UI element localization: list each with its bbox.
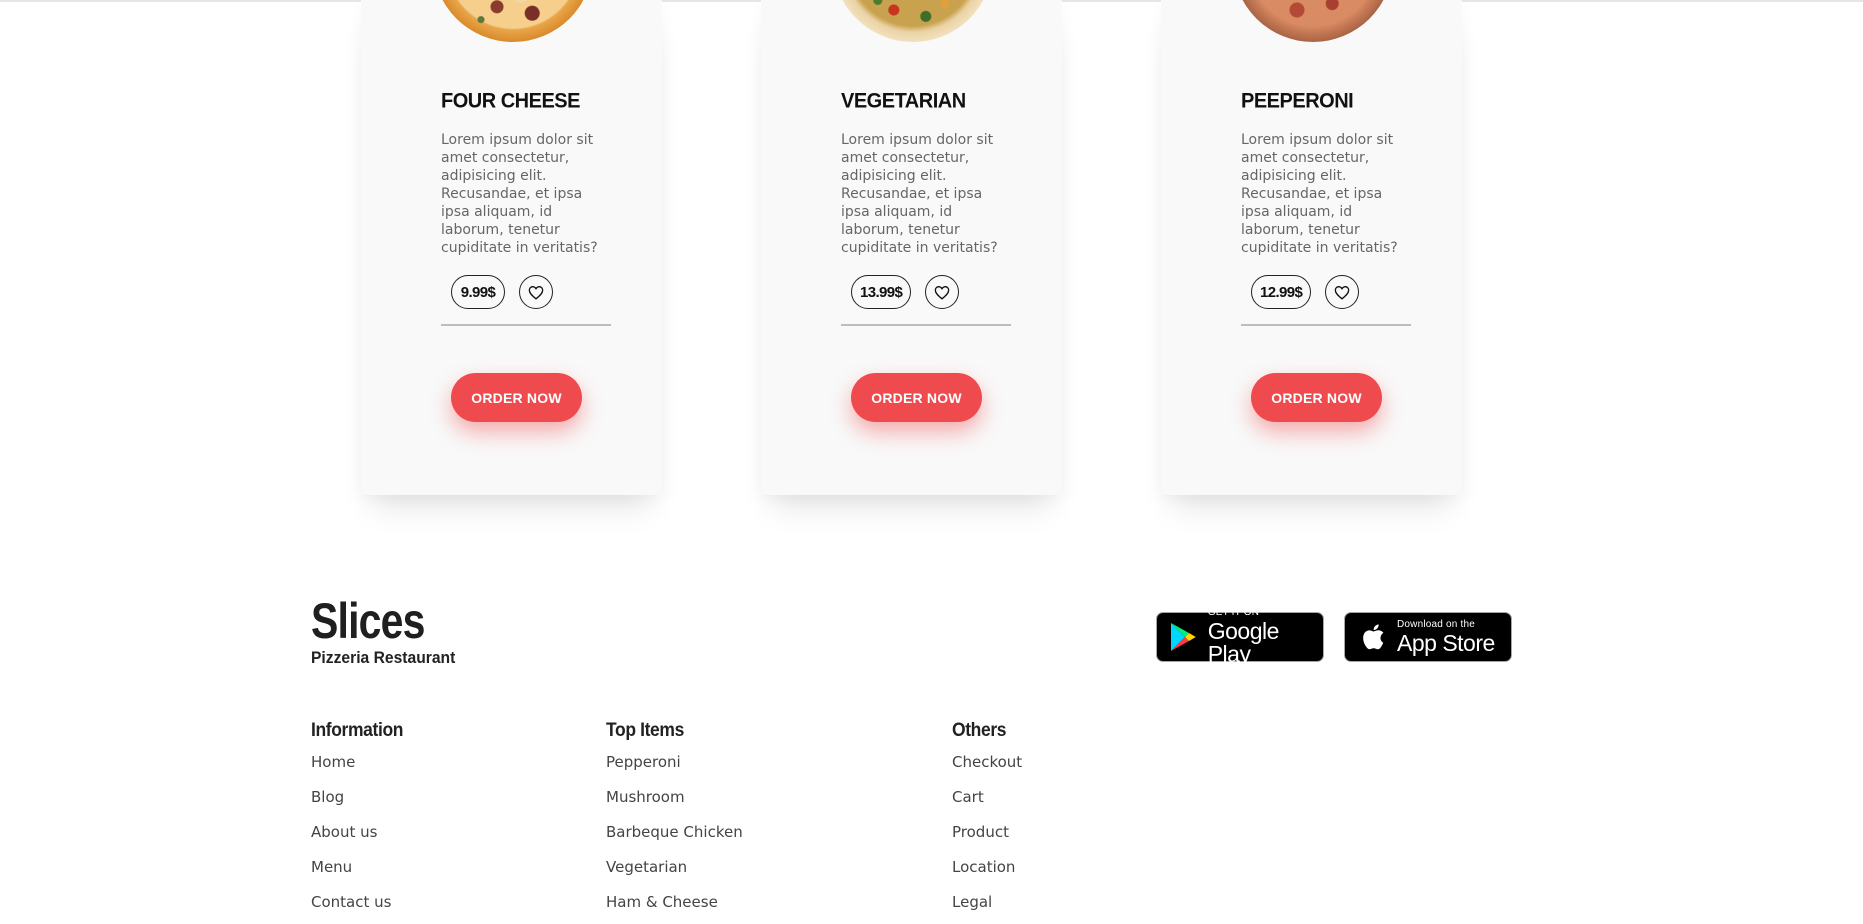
pizza-card-peeperoni: PEEPERONI Lorem ipsum dolor sit amet con… [1161,0,1462,495]
order-now-button[interactable]: ORDER NOW [1251,373,1382,422]
pizza-title: VEGETARIAN [841,89,966,113]
footer-link-blog[interactable]: Blog [311,787,411,822]
pizza-description: Lorem ipsum dolor sit amet consectetur, … [441,132,598,256]
price-badge: 9.99$ [451,275,505,309]
logo-tagline: Pizzeria Restaurant [311,648,456,667]
footer-link-home[interactable]: Home [311,752,411,787]
footer-column-title: Others [952,720,1007,741]
footer-link-product[interactable]: Product [952,822,1022,857]
google-play-label: Google Play [1207,618,1280,667]
pizza-title: PEEPERONI [1241,89,1354,113]
footer-link-mushroom[interactable]: Mushroom [606,787,743,822]
order-now-button[interactable]: ORDER NOW [851,373,982,422]
app-store-small-label: Download on the [1397,618,1476,630]
pizza-card-vegetarian: VEGETARIAN Lorem ipsum dolor sit amet co… [761,0,1062,495]
footer-column-others: Others Checkout Cart Product Location Le… [952,720,1022,924]
heart-icon [934,285,950,300]
logo-wordmark: Slices [311,593,425,649]
heart-icon [1334,285,1350,300]
card-divider [1241,324,1411,326]
footer-link-menu[interactable]: Menu [311,857,411,892]
footer-link-pepperoni[interactable]: Pepperoni [606,752,743,787]
footer-link-checkout[interactable]: Checkout [952,752,1022,787]
pizza-image [433,0,593,42]
footer-link-ham-cheese[interactable]: Ham & Cheese [606,892,743,924]
price-badge: 12.99$ [1251,275,1312,309]
pizza-image [1233,0,1393,42]
card-divider [441,324,611,326]
pizza-description: Lorem ipsum dolor sit amet consectetur, … [1241,132,1398,256]
app-store-badge[interactable]: Download on the App Store [1344,612,1512,662]
pizza-description: Lorem ipsum dolor sit amet consectetur, … [841,132,998,256]
footer-link-cart[interactable]: Cart [952,787,1022,822]
google-play-small-label: GET IT ON [1207,607,1260,618]
price-badge: 13.99$ [851,275,912,309]
footer-column-top-items: Top Items Pepperoni Mushroom Barbeque Ch… [606,720,743,924]
google-play-icon [1167,620,1200,654]
footer-link-location[interactable]: Location [952,857,1022,892]
footer-column-title: Top Items [606,720,684,741]
favorite-button[interactable] [519,275,553,309]
pizza-title: FOUR CHEESE [441,89,580,113]
footer-link-contact-us[interactable]: Contact us [311,892,411,924]
heart-icon [528,285,544,300]
footer-link-barbeque-chicken[interactable]: Barbeque Chicken [606,822,743,857]
google-play-badge[interactable]: GET IT ON Google Play [1156,608,1324,666]
footer-link-about-us[interactable]: About us [311,822,411,857]
footer-column-information: Information Home Blog About us Menu Cont… [311,720,411,924]
footer-link-legal[interactable]: Legal [952,892,1022,924]
order-now-button[interactable]: ORDER NOW [451,373,582,422]
pizza-image [833,0,993,42]
footer-column-title: Information [311,720,404,741]
footer-logo[interactable]: Slices Pizzeria Restaurant [311,596,468,668]
apple-icon [1355,620,1389,654]
favorite-button[interactable] [1325,275,1359,309]
favorite-button[interactable] [925,275,959,309]
pizza-card-four-cheese: FOUR CHEESE Lorem ipsum dolor sit amet c… [361,0,662,495]
app-store-label: App Store [1397,629,1495,656]
footer-link-vegetarian[interactable]: Vegetarian [606,857,743,892]
card-divider [841,324,1011,326]
